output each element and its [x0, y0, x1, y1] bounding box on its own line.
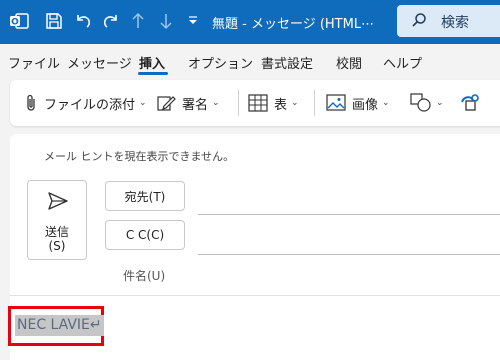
customize-toolbar-icon[interactable]: [186, 10, 200, 32]
chevron-down-icon: ⌄: [382, 98, 390, 108]
image-button[interactable]: 画像 ⌄: [326, 92, 390, 114]
ribbon: ファイルの添付 ⌄ 署名 ⌄ 表 ⌄ 画像 ⌄ ⌄: [10, 80, 500, 126]
image-icon: [326, 94, 346, 111]
ribbon-divider: [238, 90, 239, 116]
cc-button[interactable]: C C(C): [105, 220, 185, 250]
send-label: 送信: [44, 225, 69, 239]
attach-file-button[interactable]: ファイルの添付 ⌄: [24, 92, 147, 114]
icons-insert-icon: [461, 94, 479, 111]
down-arrow-icon[interactable]: [157, 10, 175, 32]
chevron-down-icon: ⌄: [291, 98, 299, 108]
paperclip-icon: [27, 94, 35, 111]
image-label: 画像: [352, 97, 379, 113]
attach-file-label: ファイルの添付: [44, 97, 136, 113]
message-body-text[interactable]: NEC LAVIE↵: [15, 315, 104, 336]
menu-bar: ファイル メッセージ 挿入 オプション 書式設定 校閲 ヘルプ: [0, 44, 500, 76]
to-field[interactable]: [198, 214, 500, 215]
svg-text:O: O: [11, 18, 19, 28]
icons-button[interactable]: [458, 92, 482, 114]
menu-message[interactable]: メッセージ: [67, 53, 132, 72]
table-icon: [248, 94, 268, 112]
search-label: 検索: [441, 15, 469, 31]
signature-button[interactable]: 署名 ⌄: [156, 92, 220, 114]
send-icon: [48, 192, 68, 210]
subject-divider: [10, 295, 500, 296]
menu-help[interactable]: ヘルプ: [383, 53, 422, 72]
up-arrow-icon[interactable]: [129, 10, 147, 32]
mailtip-message: メール ヒントを現在表示できません。: [44, 150, 235, 163]
chevron-down-icon: ⌄: [139, 98, 147, 108]
send-shortcut-label: (S): [48, 239, 66, 253]
menu-insert[interactable]: 挿入: [139, 53, 165, 72]
active-tab-indicator: [138, 72, 168, 75]
menu-format[interactable]: 書式設定: [261, 53, 313, 72]
shapes-button[interactable]: ⌄: [410, 92, 444, 114]
signature-icon: [157, 96, 176, 111]
search-icon: [411, 12, 427, 32]
save-icon[interactable]: [43, 10, 65, 32]
menu-file[interactable]: ファイル: [8, 53, 60, 72]
signature-label: 署名: [182, 97, 209, 113]
chevron-down-icon: ⌄: [436, 98, 444, 108]
send-button[interactable]: 送信 (S): [27, 180, 87, 260]
search-box[interactable]: 検索: [397, 5, 500, 37]
table-label: 表: [274, 97, 288, 113]
ribbon-divider: [314, 90, 315, 116]
cc-field[interactable]: [198, 254, 500, 255]
chevron-down-icon: ⌄: [212, 98, 220, 108]
window-title: 無題 - メッセージ (HTML⋯: [212, 17, 375, 32]
shapes-icon: [410, 93, 431, 112]
highlight-box: NEC LAVIE↵: [8, 306, 104, 346]
redo-icon[interactable]: [100, 10, 122, 32]
menu-options[interactable]: オプション: [188, 53, 253, 72]
table-button[interactable]: 表 ⌄: [248, 92, 299, 114]
title-bar: O 無題 - メッセージ (HTML⋯ 検索: [0, 0, 500, 44]
subject-label[interactable]: 件名(U): [123, 267, 165, 284]
menu-review[interactable]: 校閲: [336, 53, 362, 72]
to-button[interactable]: 宛先(T): [105, 181, 185, 211]
outlook-app-icon[interactable]: O: [8, 10, 30, 32]
undo-icon[interactable]: [72, 10, 94, 32]
